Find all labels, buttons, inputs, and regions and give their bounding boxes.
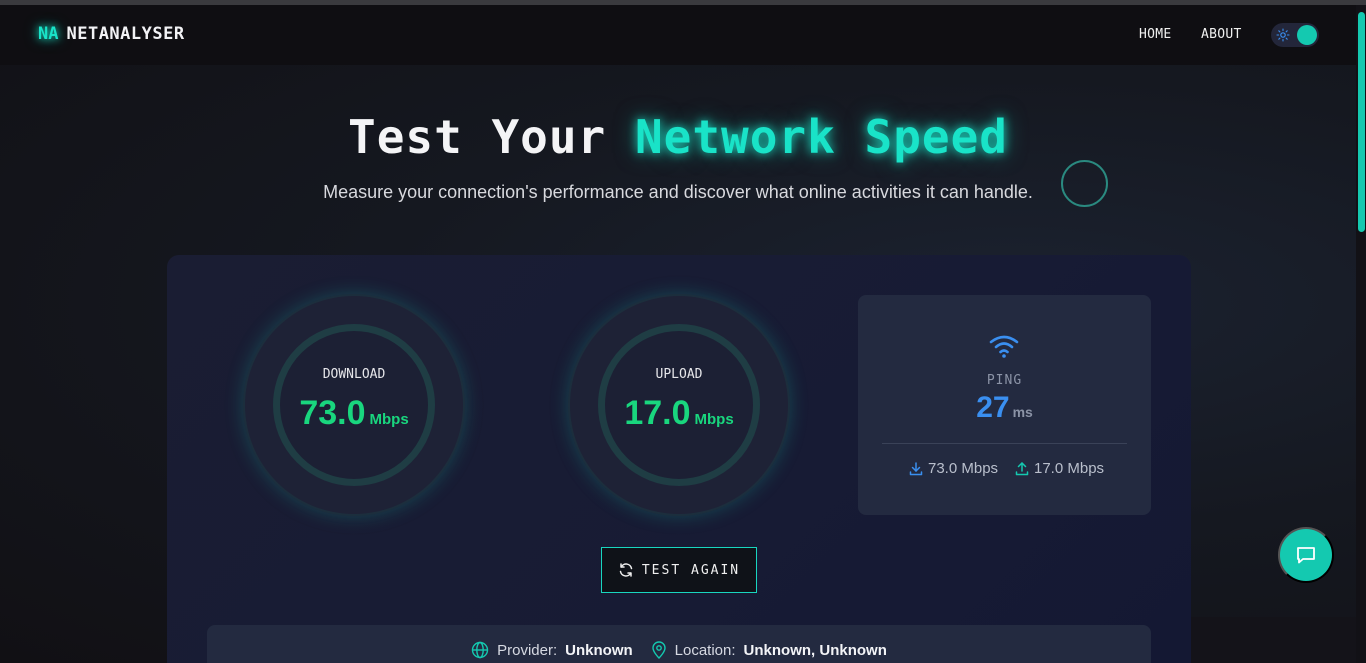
cursor-ring	[1061, 160, 1108, 207]
overlay-shade	[1191, 617, 1356, 663]
upload-summary: 17.0 Mbps	[1015, 460, 1104, 477]
provider-value: Unknown	[565, 641, 633, 659]
chat-button[interactable]	[1278, 527, 1334, 583]
upload-unit: Mbps	[694, 411, 734, 428]
globe-icon	[471, 641, 489, 659]
ping-number: 27	[976, 391, 1010, 424]
download-value: 73.0 Mbps	[243, 394, 465, 433]
logo-text: NETANALYSER	[66, 24, 185, 44]
download-summary: 73.0 Mbps	[909, 460, 998, 477]
navbar: NA NETANALYSER HOME ABOUT	[0, 5, 1356, 65]
connection-info-bar: Provider: Unknown Location: Unknown, Unk…	[207, 625, 1151, 663]
scrollbar-thumb[interactable]	[1358, 12, 1365, 232]
upload-number: 17.0	[624, 394, 691, 432]
title-plain: Test Your	[348, 110, 607, 164]
theme-toggle[interactable]	[1271, 23, 1319, 47]
location-info: Location: Unknown, Unknown	[651, 641, 887, 659]
upload-summary-text: 17.0 Mbps	[1034, 460, 1105, 477]
wifi-icon	[989, 335, 1019, 358]
download-icon	[909, 461, 923, 475]
logo-mark: NA	[38, 24, 59, 44]
nav-home-link[interactable]: HOME	[1139, 27, 1172, 42]
download-gauge: DOWNLOAD 73.0 Mbps	[243, 294, 465, 516]
download-number: 73.0	[299, 394, 366, 432]
logo[interactable]: NA NETANALYSER	[38, 24, 185, 44]
chat-icon	[1297, 547, 1315, 564]
page-subtitle: Measure your connection's performance an…	[323, 182, 1033, 202]
location-value: Unknown, Unknown	[743, 641, 887, 659]
provider-label: Provider:	[497, 641, 558, 659]
ping-card: PING 27 ms 73.0 Mbps 17.0 Mbps	[858, 295, 1151, 515]
title-accent: Network Speed	[634, 110, 1008, 164]
page-title: Test Your Network Speed	[0, 110, 1356, 164]
ping-label: PING	[986, 373, 1023, 388]
ping-unit: ms	[1012, 404, 1033, 420]
download-summary-text: 73.0 Mbps	[928, 460, 999, 477]
toggle-knob	[1297, 25, 1317, 45]
sun-icon	[1276, 28, 1290, 42]
provider-info: Provider: Unknown	[471, 641, 633, 659]
location-pin-icon	[651, 641, 666, 659]
download-unit: Mbps	[369, 411, 409, 428]
nav-about-link[interactable]: ABOUT	[1201, 27, 1242, 42]
upload-value: 17.0 Mbps	[568, 394, 790, 433]
upload-label: UPLOAD	[655, 367, 703, 382]
upload-gauge: UPLOAD 17.0 Mbps	[568, 294, 790, 516]
refresh-icon	[619, 563, 633, 577]
ping-value: 27 ms	[858, 391, 1151, 425]
test-again-label: TEST AGAIN	[641, 562, 741, 578]
upload-icon	[1015, 461, 1029, 475]
ping-divider	[882, 443, 1127, 444]
location-label: Location:	[674, 641, 736, 659]
download-label: DOWNLOAD	[322, 367, 386, 382]
test-again-button[interactable]: TEST AGAIN	[601, 547, 757, 593]
